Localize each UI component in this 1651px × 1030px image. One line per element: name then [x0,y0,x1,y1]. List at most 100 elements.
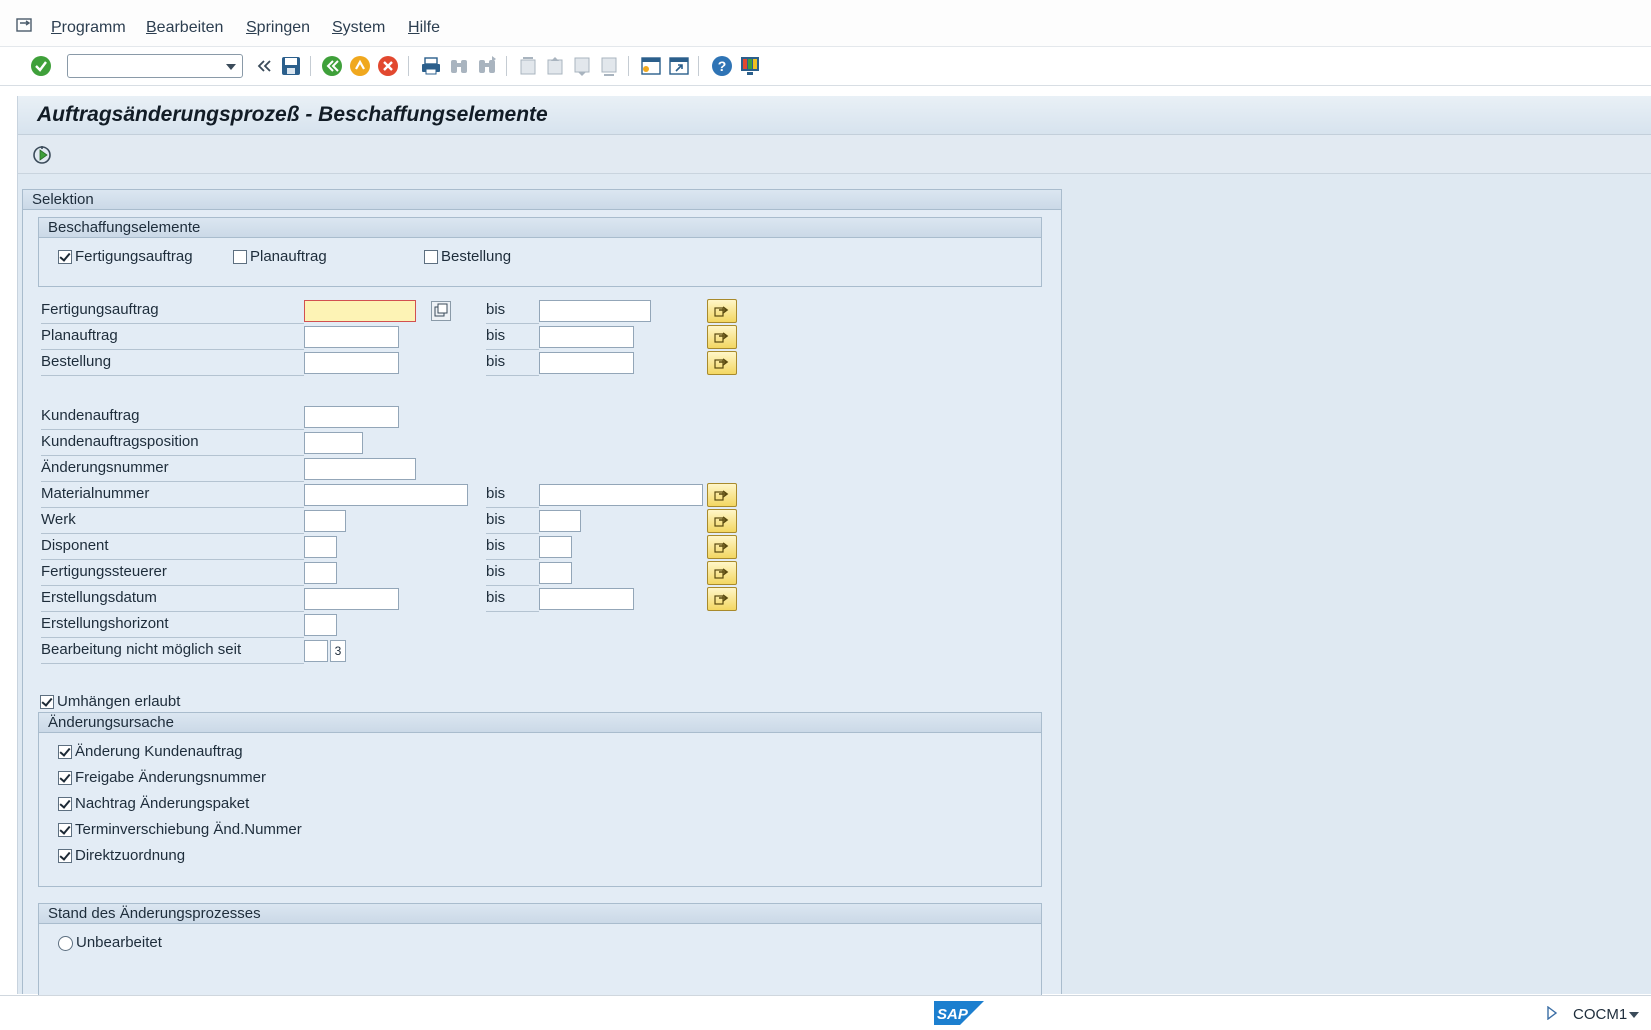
play-icon[interactable] [1546,1005,1558,1024]
multiple-selection-button[interactable] [707,325,737,349]
werk-to-input[interactable] [539,510,581,532]
checkbox-terminverschiebung[interactable] [58,823,72,837]
fertigungsauftrag-to-input[interactable] [539,300,651,322]
checkbox-nachtrag-aenderungspaket[interactable] [58,797,72,811]
command-field[interactable] [67,54,243,78]
label-underline [41,533,304,534]
arrow-right-icon [714,332,729,343]
toolbar-separator [698,56,699,76]
print-icon[interactable] [420,55,442,77]
arrow-right-icon [714,568,729,579]
bearbeitung-input[interactable] [304,640,328,662]
multiple-selection-button[interactable] [707,299,737,323]
procurement-group: Beschaffungselemente Fertigungsauftrag P… [38,217,1042,287]
erstellungsdatum-from-input[interactable] [304,588,399,610]
menu-hilfe[interactable]: Hilfe [408,19,440,37]
bis-label: bis [486,485,506,502]
exit-icon[interactable] [349,55,371,77]
checkbox-bestellung-label: Bestellung [441,248,512,265]
checkbox-planauftrag[interactable] [233,250,247,264]
disponent-from-input[interactable] [304,536,337,558]
next-page-icon[interactable] [571,55,593,77]
procurement-group-header: Beschaffungselemente [39,218,1041,238]
menu-programm[interactable]: Programm [51,19,126,37]
previous-page-icon[interactable] [544,55,566,77]
back-double-icon[interactable] [253,55,275,77]
checkbox-aenderung-kundenauftrag[interactable] [58,745,72,759]
fertigungssteuerer-from-input[interactable] [304,562,337,584]
fertigungssteuerer-to-input[interactable] [539,562,572,584]
fertigungsauftrag-from-input[interactable] [304,300,416,322]
checkbox-direktzuordnung[interactable] [58,849,72,863]
last-page-icon[interactable] [598,55,620,77]
checkbox-bestellung[interactable] [424,250,438,264]
chevron-down-icon[interactable] [1629,1012,1639,1018]
kundenauftrag-input[interactable] [304,406,399,428]
checkbox-terminverschiebung-label: Terminverschiebung Änd.Nummer [75,821,302,838]
execute-icon[interactable] [31,144,53,166]
copy-icon[interactable] [431,301,451,321]
arrow-right-icon [714,358,729,369]
label-underline [41,481,304,482]
arrow-right-icon [714,594,729,605]
label-underline [41,637,304,638]
checkbox-freigabe-aenderungsnummer[interactable] [58,771,72,785]
planauftrag-to-input[interactable] [539,326,634,348]
multiple-selection-button[interactable] [707,483,737,507]
aenderungsnummer-input[interactable] [304,458,416,480]
checkbox-aenderung-kundenauftrag-label: Änderung Kundenauftrag [75,743,243,760]
find-next-icon[interactable] [476,55,498,77]
svg-text:?: ? [718,58,727,74]
label-underline [486,375,539,376]
label-underline [41,429,304,430]
multiple-selection-button[interactable] [707,351,737,375]
new-session-icon[interactable] [640,55,662,77]
disponent-to-input[interactable] [539,536,572,558]
menu-hilfe-hotkey: H [408,19,420,36]
checkbox-umhaengen-label: Umhängen erlaubt [57,693,181,710]
bis-label: bis [486,327,506,344]
werk-from-input[interactable] [304,510,346,532]
help-icon[interactable]: ? [711,55,733,77]
checkbox-direktzuordnung-label: Direktzuordnung [75,847,186,864]
label-bestellung: Bestellung [41,353,112,370]
menu-bearbeiten[interactable]: Bearbeiten [146,19,223,37]
menu-icon[interactable] [16,16,38,34]
kundenauftragsposition-input[interactable] [304,432,363,454]
bestellung-from-input[interactable] [304,352,399,374]
checkbox-umhaengen[interactable] [40,695,54,709]
bis-label: bis [486,511,506,528]
toolbar-separator [506,56,507,76]
menu-springen[interactable]: Springen [246,19,310,37]
label-fertigungsauftrag: Fertigungsauftrag [41,301,159,318]
bis-label: bis [486,301,506,318]
materialnummer-to-input[interactable] [539,484,703,506]
bis-label: bis [486,589,506,606]
erstellungshorizont-input[interactable] [304,614,337,636]
label-bearbeitung: Bearbeitung nicht möglich seit [41,641,242,658]
save-icon[interactable] [280,55,302,77]
back-icon[interactable] [321,55,343,77]
label-underline [486,349,539,350]
multiple-selection-button[interactable] [707,535,737,559]
planauftrag-from-input[interactable] [304,326,399,348]
radio-unbearbeitet[interactable] [58,936,73,951]
enter-icon[interactable] [30,55,52,77]
cancel-icon[interactable] [377,55,399,77]
label-underline [41,349,304,350]
customize-layout-icon[interactable] [739,55,761,77]
find-icon[interactable] [448,55,470,77]
bestellung-to-input[interactable] [539,352,634,374]
create-shortcut-icon[interactable] [668,55,690,77]
first-page-icon[interactable] [517,55,539,77]
multiple-selection-button[interactable] [707,561,737,585]
materialnummer-from-input[interactable] [304,484,468,506]
process-status-group: Stand des Änderungsprozesses Unbearbeite… [38,903,1042,995]
status-bar: SAP COCM1 [0,995,1651,1030]
checkbox-fertigungsauftrag[interactable] [58,250,72,264]
multiple-selection-button[interactable] [707,509,737,533]
erstellungsdatum-to-input[interactable] [539,588,634,610]
multiple-selection-button[interactable] [707,587,737,611]
menu-system[interactable]: System [332,19,385,37]
chevron-down-icon[interactable] [226,64,236,70]
